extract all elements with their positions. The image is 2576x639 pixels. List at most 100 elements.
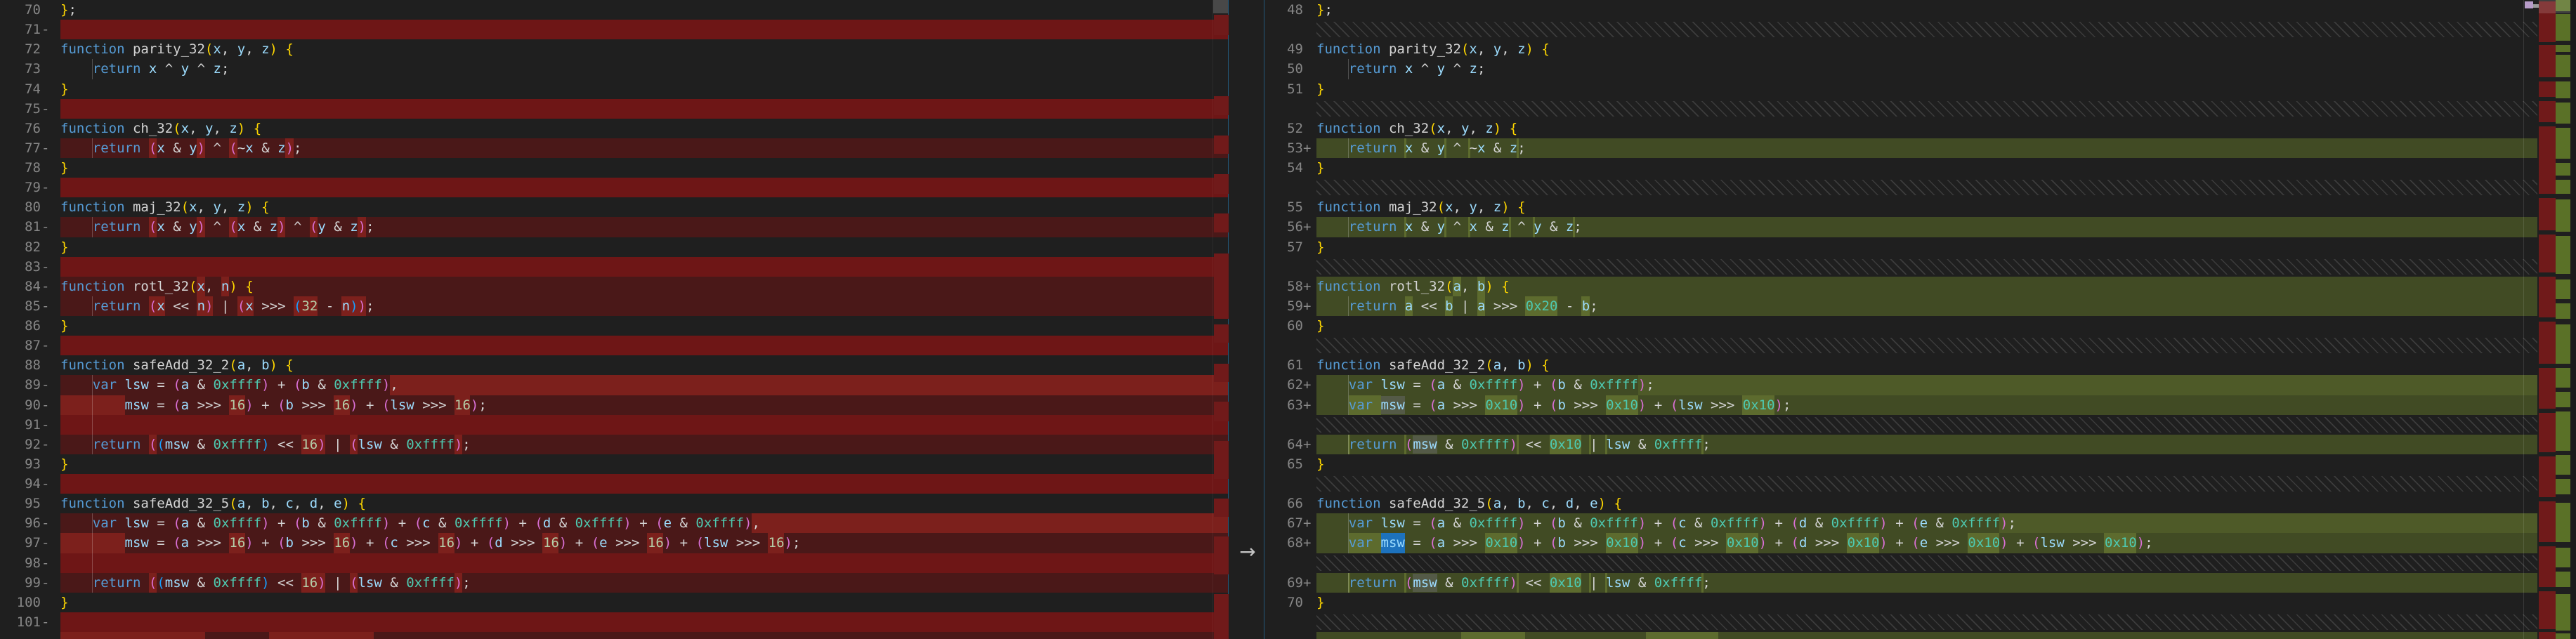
line-number[interactable]: 73 <box>0 59 41 79</box>
code-line[interactable]: 86} <box>0 316 1228 336</box>
line-number[interactable]: 81 <box>0 217 41 237</box>
line-number[interactable]: 85 <box>0 296 41 316</box>
line-number[interactable]: 89 <box>0 375 41 395</box>
code-line[interactable]: 89- var lsw = (a & 0xffff) + (b & 0xffff… <box>0 375 1228 395</box>
line-number[interactable]: 63 <box>1264 395 1303 415</box>
code-text[interactable] <box>1316 20 2537 39</box>
line-number[interactable]: 62 <box>1264 375 1303 395</box>
line-number[interactable]: 66 <box>1264 494 1303 513</box>
code-text[interactable]: }; <box>60 0 1228 20</box>
code-line[interactable]: 73 return x ^ y ^ z; <box>0 59 1228 79</box>
code-text[interactable]: } <box>60 79 1228 99</box>
code-line[interactable]: 99- return ((msw & 0xffff) << 16) | (lsw… <box>0 573 1228 593</box>
code-line[interactable]: 91- <box>0 415 1228 435</box>
code-text[interactable] <box>60 336 1228 355</box>
code-line[interactable]: 51} <box>1264 79 2576 99</box>
line-number[interactable]: 49 <box>1264 39 1303 59</box>
line-number[interactable] <box>1264 632 1303 639</box>
code-text[interactable]: } <box>60 316 1228 336</box>
line-number[interactable] <box>1264 336 1303 355</box>
code-text[interactable] <box>1316 553 2537 573</box>
code-line[interactable]: 54} <box>1264 158 2576 178</box>
code-text[interactable]: return x ^ y ^ z; <box>1316 59 2537 79</box>
line-number[interactable]: 100 <box>0 593 41 612</box>
code-text[interactable]: return (msw & 0xffff) << 0x10 | lsw & 0x… <box>1316 573 2537 593</box>
line-number[interactable]: 84 <box>0 277 41 296</box>
line-number[interactable]: 51 <box>1264 79 1303 99</box>
code-line[interactable]: 98- <box>0 553 1228 573</box>
line-number[interactable]: 93 <box>0 454 41 474</box>
code-text[interactable] <box>60 20 1228 39</box>
code-text[interactable] <box>1316 99 2537 119</box>
code-text[interactable]: } <box>1316 79 2537 99</box>
code-line[interactable]: 53+ return x & y ^ ~x & z; <box>1264 138 2576 158</box>
code-line[interactable]: 97- msw = (a >>> 16) + (b >>> 16) + (c >… <box>0 533 1228 553</box>
code-line[interactable]: 49 function parity_32(x, y, z) { <box>1264 39 2576 59</box>
code-text[interactable]: function safeAdd_32_2(a, b) { <box>1316 355 2537 375</box>
original-code-panel[interactable]: 70};71-72function parity_32(x, y, z) {73… <box>0 0 1228 639</box>
code-line[interactable]: 100} <box>0 593 1228 612</box>
code-text[interactable]: msw = (a >>> 16) + (b >>> 16) + (c >>> 1… <box>60 533 1228 553</box>
code-line[interactable]: 101- <box>0 612 1228 632</box>
code-line[interactable]: 82} <box>0 237 1228 257</box>
line-number[interactable]: 75 <box>0 99 41 119</box>
code-text[interactable]: function ch_32(x, y, z) { <box>1316 119 2537 138</box>
code-text[interactable] <box>60 257 1228 277</box>
line-number[interactable]: 88 <box>0 355 41 375</box>
line-number[interactable] <box>1264 553 1303 573</box>
line-number[interactable]: 78 <box>0 158 41 178</box>
code-text[interactable]: var lsw = (a & 0xffff) + (b & 0xffff) + … <box>1316 513 2537 533</box>
code-line[interactable]: 74} <box>0 79 1228 99</box>
code-line[interactable]: 64+ return (msw & 0xffff) << 0x10 | lsw … <box>1264 435 2576 454</box>
line-number[interactable]: 95 <box>0 494 41 513</box>
code-text[interactable]: } <box>1316 316 2537 336</box>
code-line[interactable]: 88function safeAdd_32_2(a, b) { <box>0 355 1228 375</box>
line-number[interactable] <box>1264 178 1303 197</box>
code-text[interactable]: return a << b | a >>> 0x20 - b; <box>1316 296 2537 316</box>
code-text[interactable]: } <box>60 593 1228 612</box>
code-text[interactable] <box>1316 336 2537 355</box>
code-line[interactable]: 67+ var lsw = (a & 0xffff) + (b & 0xffff… <box>1264 513 2576 533</box>
code-text[interactable] <box>60 99 1228 119</box>
code-line[interactable]: 50 return x ^ y ^ z; <box>1264 59 2576 79</box>
code-line[interactable]: 72function parity_32(x, y, z) { <box>0 39 1228 59</box>
code-text[interactable]: return (msw & 0xffff) << 0x10 | lsw & 0x… <box>1316 435 2537 454</box>
line-number[interactable]: 86 <box>0 316 41 336</box>
code-text[interactable] <box>60 632 1228 639</box>
line-number[interactable]: 80 <box>0 197 41 217</box>
line-number[interactable]: 101 <box>0 612 41 632</box>
scrollbar-slider-right[interactable] <box>2539 0 2570 13</box>
line-number[interactable]: 55 <box>1264 197 1303 217</box>
code-line[interactable]: 93} <box>0 454 1228 474</box>
line-number[interactable]: 92 <box>0 435 41 454</box>
line-number[interactable]: 87 <box>0 336 41 355</box>
line-number[interactable]: 64 <box>1264 435 1303 454</box>
code-line[interactable]: 83- <box>0 257 1228 277</box>
line-number[interactable]: 99 <box>0 573 41 593</box>
code-line[interactable]: 75- <box>0 99 1228 119</box>
line-number[interactable]: 83 <box>0 257 41 277</box>
code-line[interactable] <box>0 632 1228 639</box>
code-line[interactable]: 78} <box>0 158 1228 178</box>
code-line[interactable]: 84-function rotl_32(x, n) { <box>0 277 1228 296</box>
code-line[interactable]: 81- return (x & y) ^ (x & z) ^ (y & z); <box>0 217 1228 237</box>
code-text[interactable]: var lsw = (a & 0xffff) + (b & 0xffff) + … <box>60 513 1228 533</box>
line-number[interactable]: 90 <box>0 395 41 415</box>
code-line[interactable]: 68+ var msw = (a >>> 0x10) + (b >>> 0x10… <box>1264 533 2576 553</box>
code-text[interactable]: var msw = (a >>> 0x10) + (b >>> 0x10) + … <box>1316 395 2537 415</box>
code-text[interactable]: function parity_32(x, y, z) { <box>1316 39 2537 59</box>
line-number[interactable]: 48 <box>1264 0 1303 20</box>
code-text[interactable] <box>1316 612 2537 632</box>
line-number[interactable]: 97 <box>0 533 41 553</box>
code-line[interactable]: 70}; <box>0 0 1228 20</box>
code-text[interactable] <box>60 553 1228 573</box>
code-line[interactable]: 60} <box>1264 316 2576 336</box>
code-text[interactable]: var lsw = (a & 0xffff) + (b & 0xffff), <box>60 375 1228 395</box>
line-number[interactable]: 54 <box>1264 158 1303 178</box>
code-text[interactable]: }; <box>1316 0 2537 20</box>
line-number[interactable]: 68 <box>1264 533 1303 553</box>
code-text[interactable]: function parity_32(x, y, z) { <box>60 39 1228 59</box>
code-text[interactable] <box>1316 632 2537 639</box>
code-line[interactable]: 95function safeAdd_32_5(a, b, c, d, e) { <box>0 494 1228 513</box>
line-number[interactable]: 71 <box>0 20 41 39</box>
